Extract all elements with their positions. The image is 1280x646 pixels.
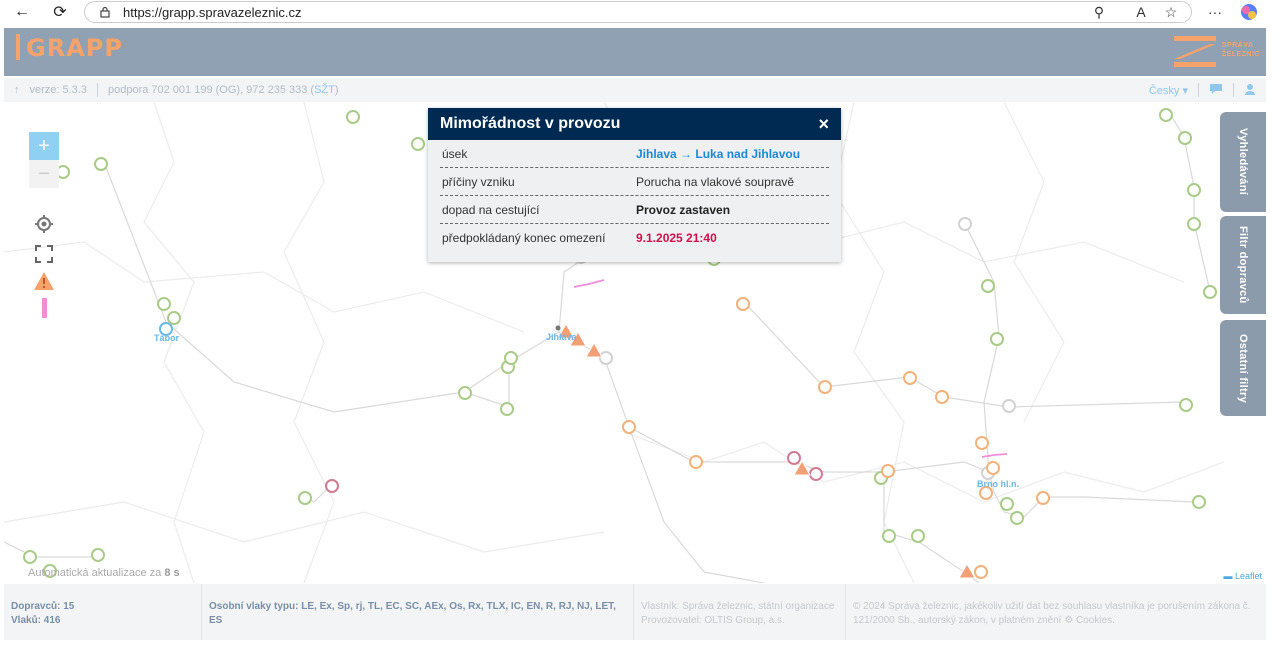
version-text: verze: 5.3.3 (29, 84, 87, 96)
city-label-brno: Brno hl.n. (977, 479, 1019, 489)
carriers-count: Dopravců: 15 (11, 601, 75, 612)
language-select[interactable]: Česky ▾ (1149, 84, 1188, 97)
zoom-out-button[interactable]: − (29, 160, 59, 188)
warning-filter-icon[interactable] (32, 269, 56, 293)
popup-title: Mimořádnost v provozu (440, 115, 621, 132)
more-menu-icon[interactable]: ··· (1206, 3, 1224, 21)
address-bar[interactable]: https://grapp.spravazeleznic.cz (84, 1, 1192, 23)
user-icon[interactable] (1244, 83, 1256, 98)
section-link[interactable]: Jihlava → Luka nad Jihlavou (636, 147, 800, 161)
sz-brand-logo: SPRÁVA ŽELEZNIC (1173, 32, 1260, 68)
zoom-control: + − (29, 132, 59, 188)
lock-icon (100, 6, 110, 18)
copilot-icon[interactable] (1240, 3, 1258, 21)
url-text: https://grapp.spravazeleznic.cz (123, 4, 302, 20)
popup-row-end: předpokládaný konec omezení 9.1.2025 21:… (442, 231, 717, 245)
collapse-arrow-icon[interactable]: ↑ (14, 84, 20, 96)
footer: Dopravců: 15 Vlaků: 416 Osobní vlaky typ… (4, 584, 1266, 640)
cookies-link[interactable]: ⚙ Cookies. (1064, 615, 1115, 626)
auto-update-text: Automatická aktualizace za 8 s (28, 567, 180, 579)
city-label-tabor: Tábor (154, 333, 180, 343)
tab-carrier-filter[interactable]: Filtr dopravců (1220, 216, 1266, 314)
support-text: podpora 702 001 199 (OG), 972 235 333 (S… (107, 84, 339, 96)
footer-stats: Dopravců: 15 Vlaků: 416 (4, 584, 202, 640)
sz-logo-icon (1173, 36, 1216, 67)
close-button[interactable]: × (818, 114, 829, 135)
back-arrow-icon[interactable]: ← (12, 2, 32, 22)
train-types: Osobní vlaky typu: LE, Ex, Sp, rj, TL, E… (202, 584, 634, 640)
fullscreen-icon[interactable] (32, 242, 56, 266)
popup-row-section: úsek Jihlava → Luka nad Jihlavou (440, 140, 829, 168)
read-aloud-icon[interactable]: A (1132, 3, 1150, 21)
reload-icon[interactable]: ⟳ (50, 2, 70, 22)
city-label-jihlava: Jihlava (546, 332, 577, 342)
leaflet-attribution[interactable]: ▬ Leaflet (1223, 571, 1262, 581)
popup-row-cause: příčiny vzniku Porucha na vlakové soupra… (440, 168, 829, 196)
zoom-in-button[interactable]: + (29, 132, 59, 160)
favorite-star-icon[interactable]: ☆ (1162, 3, 1180, 21)
feedback-icon[interactable] (1209, 83, 1223, 98)
popup-header: Mimořádnost v provozu × (428, 108, 841, 140)
info-bar: ↑ verze: 5.3.3 podpora 702 001 199 (OG),… (4, 78, 1266, 102)
grapp-logo[interactable]: GRAPP (16, 34, 123, 62)
incident-popup: Mimořádnost v provozu × úsek Jihlava → L… (428, 108, 841, 262)
locate-icon[interactable] (32, 212, 56, 236)
app-header: GRAPP SPRÁVA ŽELEZNIC (4, 28, 1266, 76)
location-icon[interactable]: ⚲ (1090, 3, 1108, 21)
tab-search[interactable]: Vyhledávání (1220, 112, 1266, 212)
copyright-info: © 2024 Správa železnic, jakékoliv užití … (853, 601, 1251, 626)
popup-row-impact: dopad na cestující Provoz zastaven (440, 196, 829, 224)
tab-other-filters[interactable]: Ostatní filtry (1220, 320, 1266, 416)
trains-count: Vlaků: 416 (11, 615, 61, 626)
owner-info: Vlastník: Správa železnic, státní organi… (634, 584, 846, 640)
browser-toolbar: ← ⟳ https://grapp.spravazeleznic.cz ⚲ A … (0, 0, 1280, 24)
